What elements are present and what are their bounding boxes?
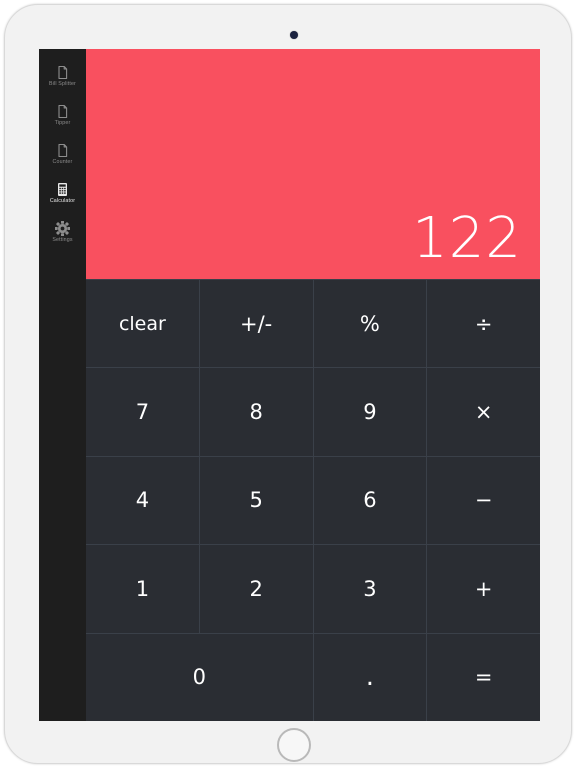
- calculator-icon: [55, 182, 70, 197]
- key-sign[interactable]: +/-: [199, 280, 313, 368]
- sidebar-item-counter[interactable]: Counter: [39, 135, 86, 174]
- key-1[interactable]: 1: [86, 545, 199, 633]
- key-2[interactable]: 2: [199, 545, 313, 633]
- key-equals[interactable]: =: [427, 633, 540, 721]
- sidebar: Bill Splitter Tipper Counter Calculator Sett…: [39, 49, 86, 721]
- key-7[interactable]: 7: [86, 368, 199, 456]
- sidebar-item-calculator[interactable]: Calculator: [39, 174, 86, 213]
- sidebar-item-settings[interactable]: Settings: [39, 213, 86, 252]
- app-screen: Bill Splitter Tipper Counter Calculator Sett…: [39, 49, 540, 721]
- key-decimal[interactable]: .: [313, 633, 427, 721]
- key-4[interactable]: 4: [86, 456, 199, 545]
- gear-icon: [55, 221, 70, 237]
- home-button[interactable]: [277, 728, 311, 762]
- key-add[interactable]: +: [427, 545, 540, 633]
- sidebar-item-label: Bill Splitter: [49, 81, 76, 88]
- key-8[interactable]: 8: [199, 368, 313, 456]
- document-icon: [55, 143, 70, 158]
- key-0[interactable]: 0: [86, 633, 313, 721]
- main-content: 122 clear +/-% ÷ 7 8 9 × 4 5 6− 1 2 3 +0. =: [86, 49, 540, 721]
- front-camera-icon: [290, 31, 298, 39]
- display-value: 122: [412, 206, 522, 271]
- calculator-display: 122: [86, 49, 540, 279]
- key-percent[interactable]: %: [313, 280, 427, 368]
- sidebar-item-tipper[interactable]: Tipper: [39, 96, 86, 135]
- key-multiply[interactable]: ×: [427, 368, 540, 456]
- sidebar-item-label: Calculator: [49, 198, 76, 205]
- sidebar-item-label: Tipper: [54, 120, 71, 127]
- key-subtract[interactable]: −: [427, 456, 540, 545]
- key-5[interactable]: 5: [199, 456, 313, 545]
- key-divide[interactable]: ÷: [427, 280, 540, 368]
- sidebar-item-label: Settings: [52, 237, 73, 244]
- key-clear[interactable]: clear: [86, 280, 199, 368]
- sidebar-item-label: Counter: [52, 159, 73, 166]
- calculator-keypad: clear +/-% ÷ 7 8 9 × 4 5 6− 1 2 3 +0. =: [86, 279, 540, 721]
- key-3[interactable]: 3: [313, 545, 427, 633]
- document-icon: [55, 65, 70, 80]
- key-9[interactable]: 9: [313, 368, 427, 456]
- key-6[interactable]: 6: [313, 456, 427, 545]
- document-icon: [55, 104, 70, 119]
- sidebar-item-bill-splitter[interactable]: Bill Splitter: [39, 57, 86, 96]
- ipad-device-frame: Bill Splitter Tipper Counter Calculator Sett…: [4, 4, 572, 764]
